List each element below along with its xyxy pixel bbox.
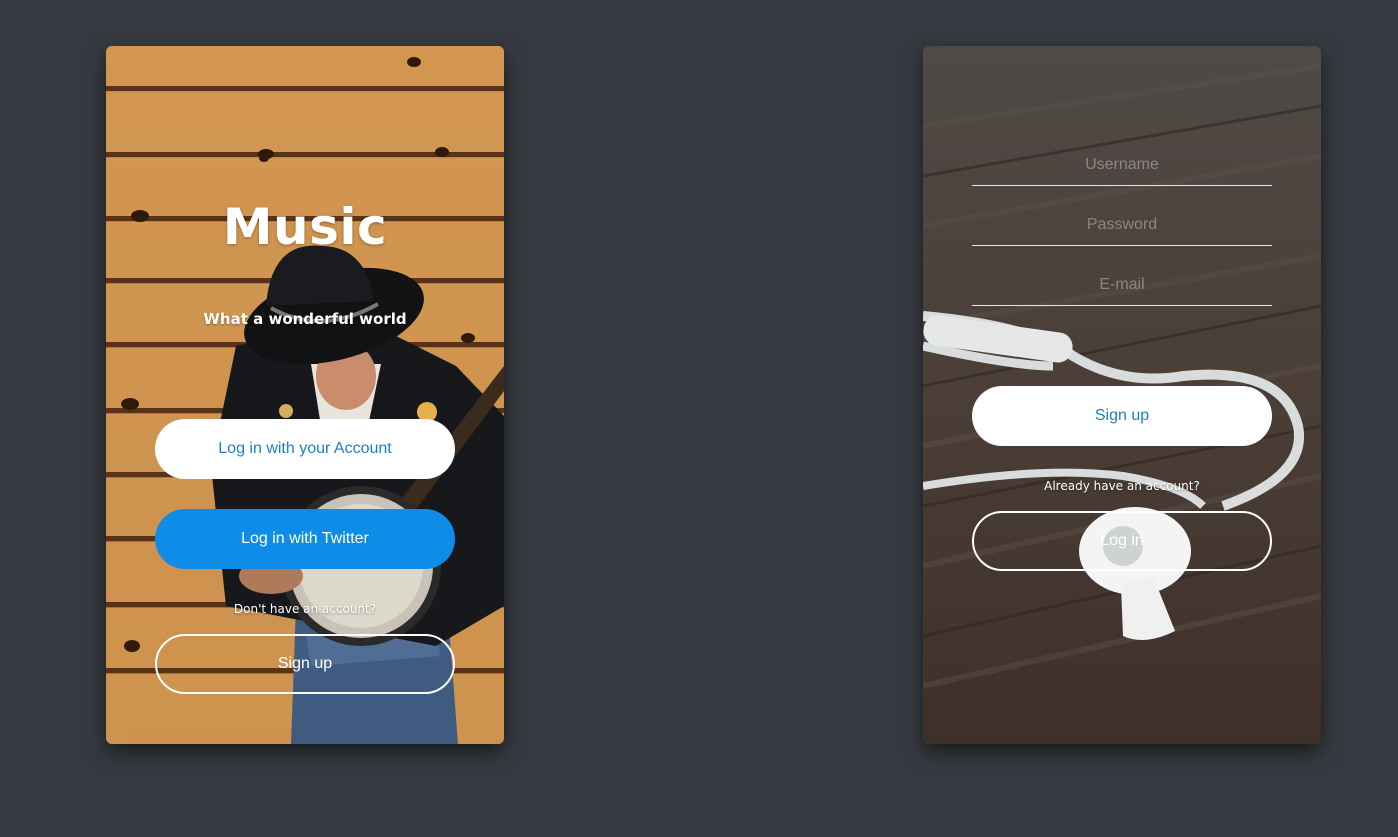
signup-button[interactable]: Sign up (155, 634, 455, 694)
have-account-text: Already have an account? (1044, 479, 1200, 493)
app-title: Music (222, 198, 388, 256)
email-input[interactable] (972, 275, 1272, 295)
login-with-twitter-button[interactable]: Log in with Twitter (155, 509, 455, 569)
no-account-text: Don't have an account? (233, 602, 377, 616)
username-input[interactable] (972, 155, 1272, 175)
signup-card: Sign up Already have an account? Log in (923, 46, 1321, 744)
login-with-account-button[interactable]: Log in with your Account (155, 419, 455, 479)
password-field[interactable] (972, 205, 1272, 246)
music-login-card: Music What a wonderful world Log in with… (106, 46, 504, 744)
login-button[interactable]: Log in (972, 511, 1272, 571)
email-field[interactable] (972, 265, 1272, 306)
username-field[interactable] (972, 145, 1272, 186)
app-subtitle: What a wonderful world (203, 310, 407, 328)
signup-submit-button[interactable]: Sign up (972, 386, 1272, 446)
password-input[interactable] (972, 215, 1272, 235)
